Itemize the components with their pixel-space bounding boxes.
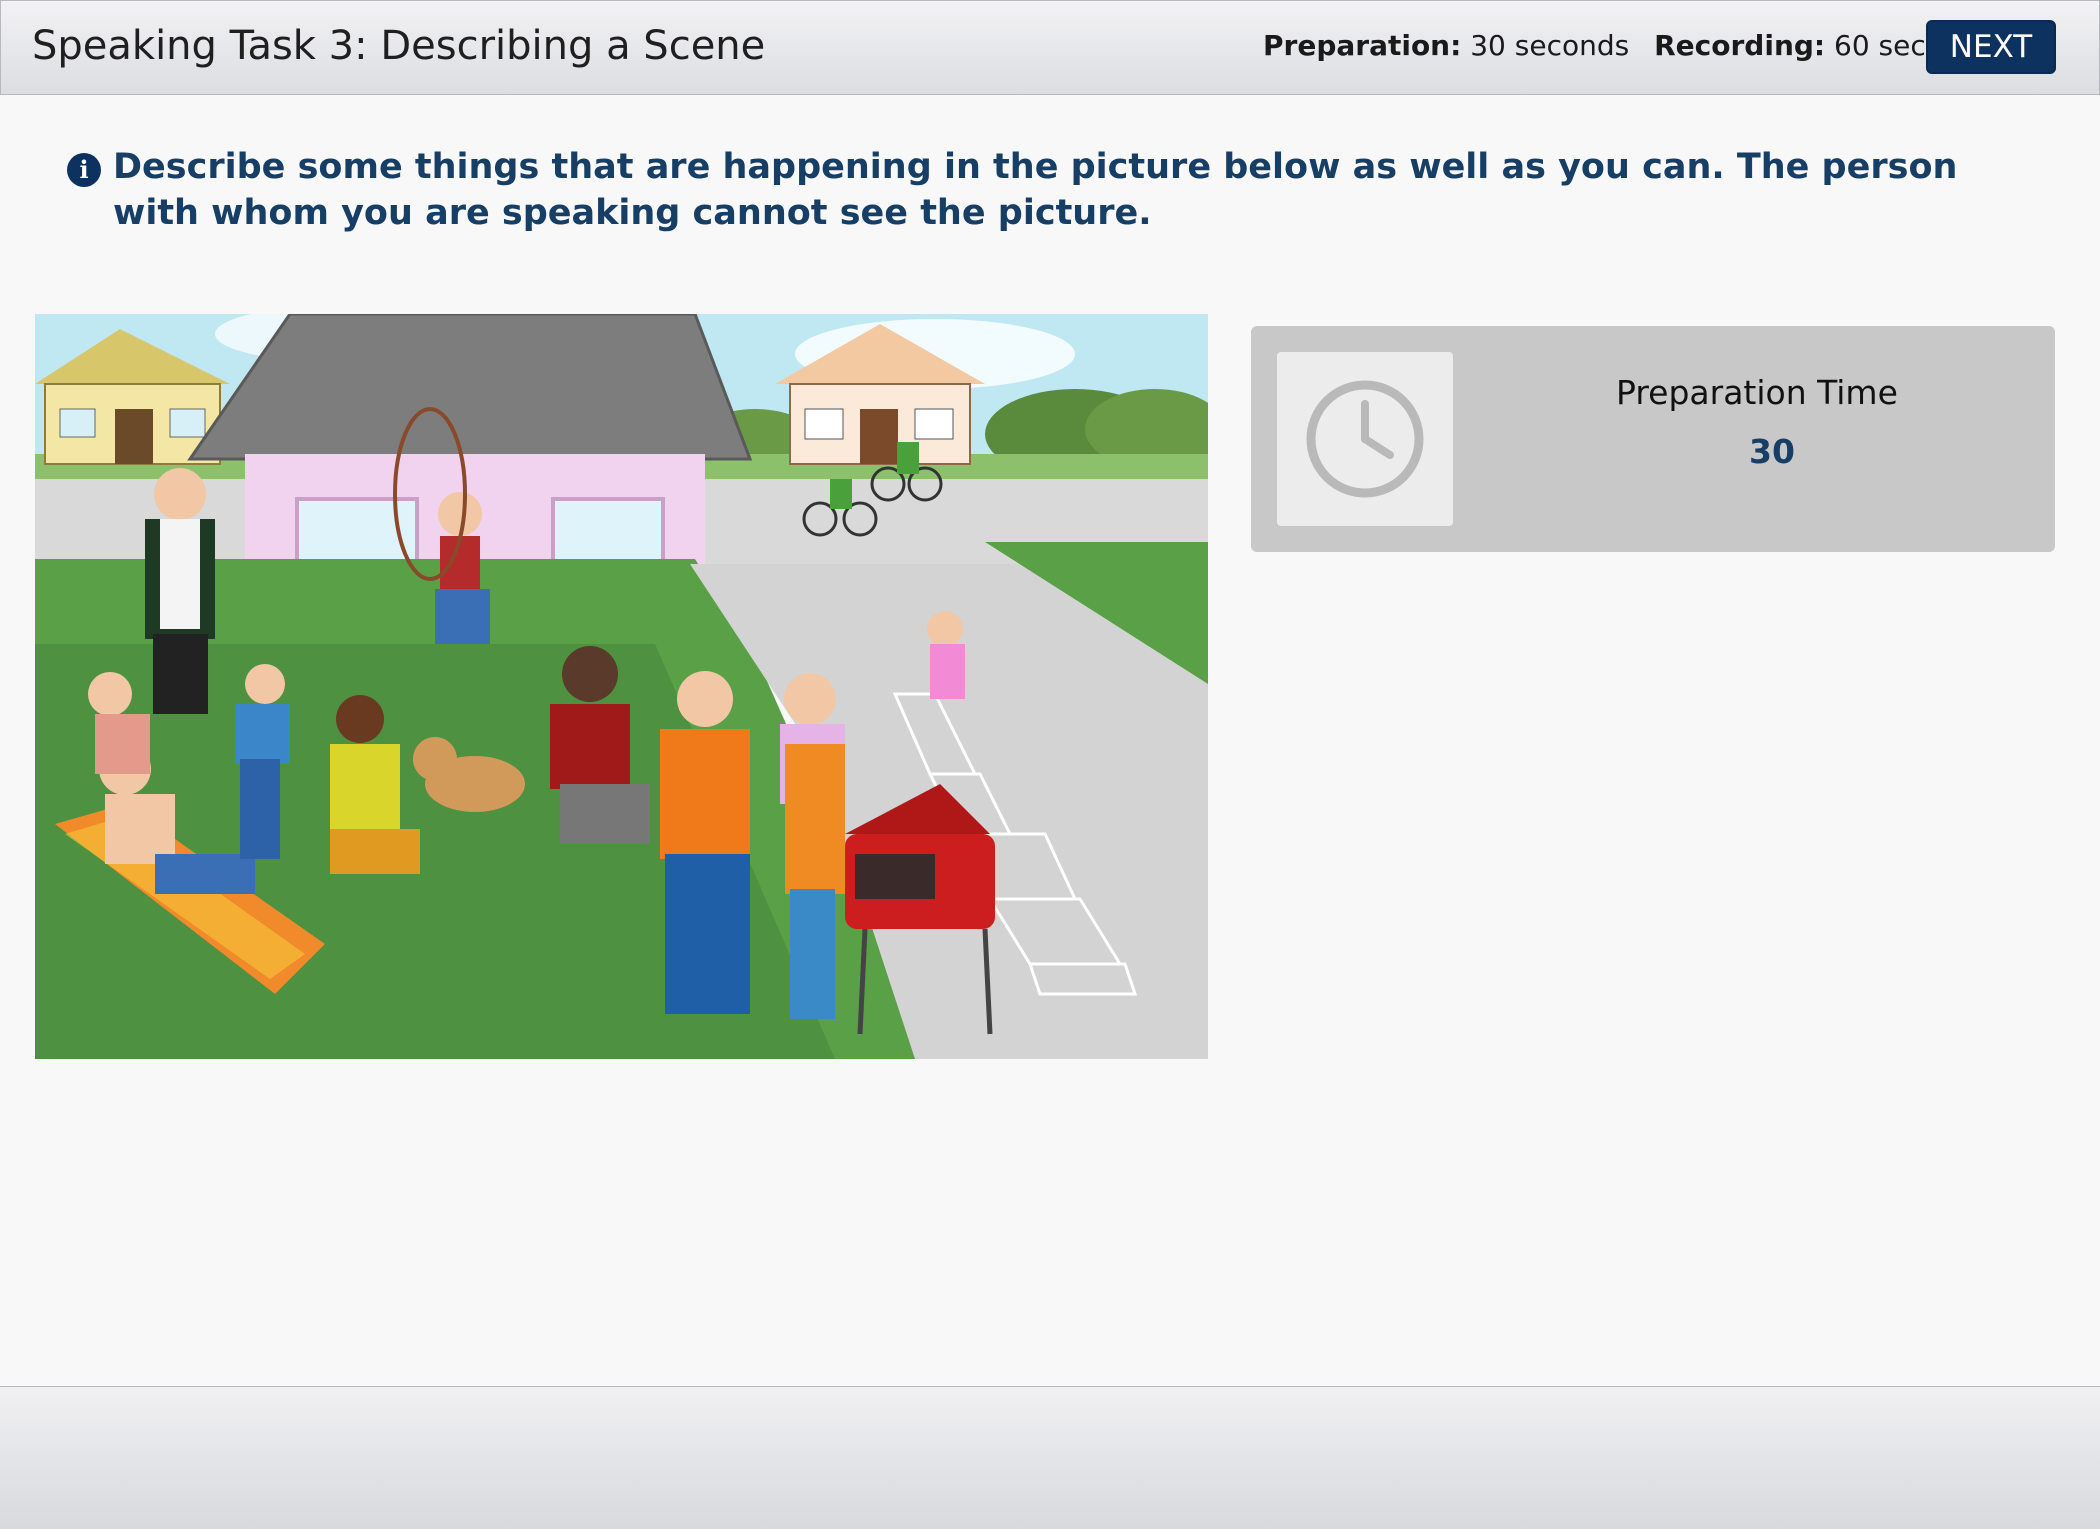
preparation-value: 30 seconds xyxy=(1470,29,1630,62)
page-title: Speaking Task 3: Describing a Scene xyxy=(32,23,766,69)
footer-bar xyxy=(0,1386,2100,1529)
preparation-time-label: Preparation Time xyxy=(1616,373,1898,412)
preparation-label: Preparation: xyxy=(1263,29,1462,62)
scene-picture xyxy=(35,314,1208,1059)
task-timing: Preparation: 30 seconds Recording: 60 se… xyxy=(1263,29,1993,62)
clock-icon xyxy=(1277,352,1453,526)
recording-label: Recording: xyxy=(1654,29,1826,62)
preparation-timer-panel: Preparation Time 30 xyxy=(1251,326,2055,552)
instruction-text: Describe some things that are happening … xyxy=(113,147,1958,233)
preparation-time-value: 30 xyxy=(1749,432,1795,471)
info-icon: i xyxy=(67,153,101,187)
header-bar: Speaking Task 3: Describing a Scene Prep… xyxy=(0,0,2100,95)
next-button[interactable]: NEXT xyxy=(1926,20,2056,74)
